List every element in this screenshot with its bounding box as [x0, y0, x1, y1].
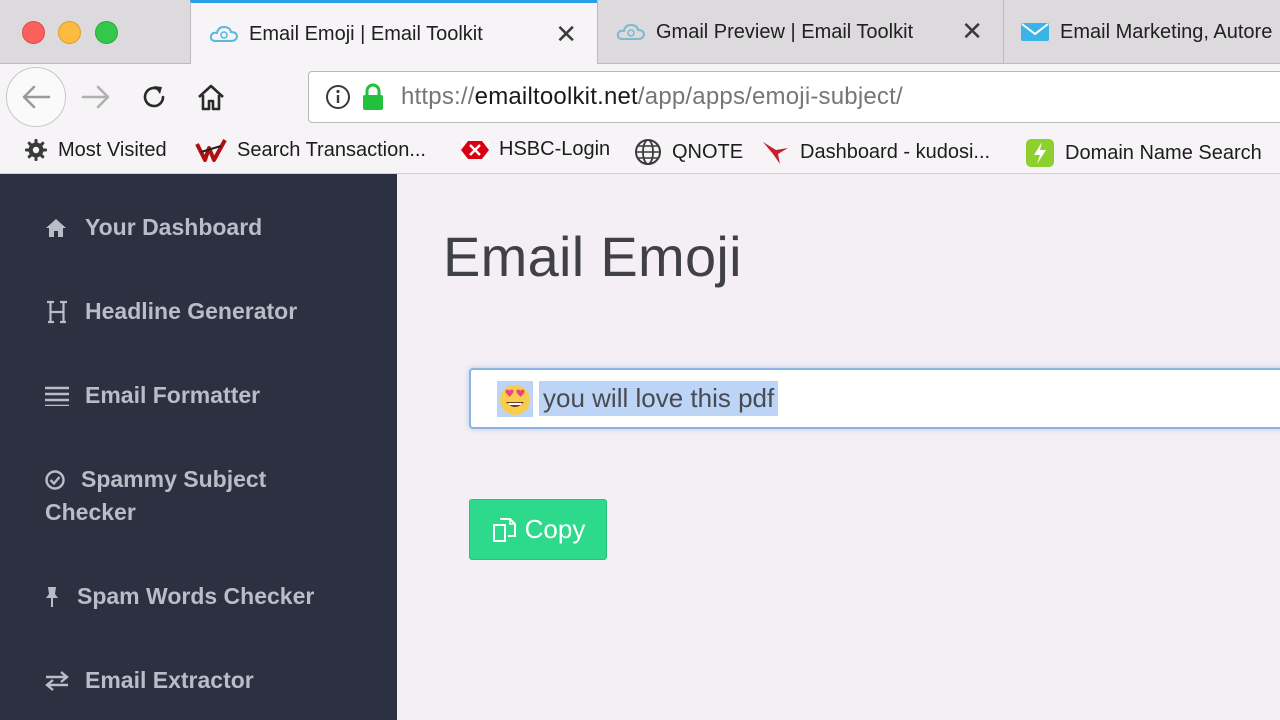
sidebar-item-email-extractor[interactable]: Email Extractor — [45, 664, 254, 697]
back-button[interactable] — [6, 67, 66, 127]
tab-close-icon[interactable]: ✕ — [961, 18, 983, 44]
navigation-bar: https://emailtoolkit.net/app/apps/emoji-… — [0, 64, 1280, 130]
page-title: Email Emoji — [443, 225, 742, 288]
bookmark-label: Most Visited — [58, 138, 167, 161]
tab-email-marketing[interactable]: Email Marketing, Autore — [1003, 0, 1280, 64]
sidebar-item-label: Spammy Subject Checker — [45, 466, 267, 525]
bookmark-most-visited[interactable]: Most Visited — [24, 138, 167, 162]
window-zoom-button[interactable] — [95, 21, 118, 44]
copy-button-label: Copy — [524, 514, 586, 544]
heading-icon — [45, 295, 71, 328]
bookmark-domain-name-search[interactable]: Domain Name Search — [1025, 138, 1262, 168]
tab-title: Email Emoji | Email Toolkit — [249, 22, 483, 45]
pin-icon — [45, 580, 63, 613]
info-icon[interactable] — [325, 84, 351, 110]
tab-title: Email Marketing, Autore — [1060, 20, 1273, 43]
tab-email-emoji[interactable]: Email Emoji | Email Toolkit ✕ — [190, 0, 597, 65]
cloud-icon — [209, 25, 239, 42]
bookmark-label: Domain Name Search — [1065, 141, 1262, 164]
sidebar-item-label: Headline Generator — [85, 298, 298, 324]
bookmark-qnote[interactable]: QNOTE — [634, 138, 743, 166]
check-circle-icon — [45, 463, 67, 496]
bookmark-hsbc-login[interactable]: HSBC-Login — [461, 138, 610, 161]
hsbc-icon — [461, 140, 489, 159]
subject-text[interactable]: you will love this pdf — [539, 381, 779, 416]
heart-eyes-emoji-icon — [497, 380, 533, 417]
arrow-left-icon — [22, 85, 51, 109]
gear-icon — [24, 138, 48, 162]
exchange-icon — [45, 664, 71, 697]
sidebar-item-dashboard[interactable]: Your Dashboard — [45, 211, 262, 244]
tab-strip: Email Emoji | Email Toolkit ✕ Gmail Prev… — [0, 0, 1280, 65]
bird-icon — [760, 138, 790, 166]
bookmark-label: Dashboard - kudosi... — [800, 140, 991, 163]
tab-title: Gmail Preview | Email Toolkit — [656, 20, 914, 43]
envelope-icon — [1021, 23, 1049, 41]
sidebar: Your Dashboard Headline Generator Email … — [0, 174, 397, 720]
window-minimize-button[interactable] — [58, 21, 81, 44]
lines-icon — [45, 379, 71, 412]
lock-icon — [363, 83, 383, 110]
sidebar-item-spam-words-checker[interactable]: Spam Words Checker — [45, 580, 314, 613]
copy-icon — [491, 517, 517, 543]
bookmark-search-transaction[interactable]: Search Transaction... — [195, 138, 426, 162]
url-scheme: https:// — [401, 83, 475, 110]
copy-button[interactable]: Copy — [469, 499, 607, 560]
globe-icon — [634, 138, 662, 166]
tab-gmail-preview[interactable]: Gmail Preview | Email Toolkit ✕ — [597, 0, 1003, 64]
sidebar-item-spammy-subject-checker[interactable]: Spammy Subject Checker — [45, 463, 345, 529]
brand-icon — [195, 138, 227, 162]
url-host: emailtoolkit.net — [474, 83, 638, 110]
bookmark-label: HSBC-Login — [499, 138, 611, 160]
reload-button[interactable] — [133, 76, 175, 118]
url-path: /app/apps/emoji-subject/ — [637, 83, 903, 110]
sidebar-item-label: Email Extractor — [85, 667, 254, 693]
bookmark-label: Search Transaction... — [237, 138, 426, 161]
bookmark-label: QNOTE — [672, 140, 744, 163]
forward-button[interactable] — [75, 76, 117, 118]
sidebar-item-label: Email Formatter — [85, 382, 261, 408]
subject-input[interactable]: you will love this pdf — [469, 368, 1280, 429]
sidebar-item-label: Your Dashboard — [85, 214, 263, 240]
home-button[interactable] — [190, 76, 232, 118]
sidebar-item-email-formatter[interactable]: Email Formatter — [45, 379, 260, 412]
bookmark-dashboard-kudosi[interactable]: Dashboard - kudosi... — [760, 138, 990, 166]
url-text[interactable]: https://emailtoolkit.net/app/apps/emoji-… — [401, 83, 903, 111]
main-content: Email Emoji you will love this pdf Copy — [397, 174, 1280, 720]
home-icon — [45, 211, 71, 244]
window-close-button[interactable] — [22, 21, 45, 44]
bookmarks-bar: Most Visited Search Transaction... HSBC-… — [0, 130, 1280, 174]
home-icon — [198, 84, 224, 111]
sidebar-item-headline-generator[interactable]: Headline Generator — [45, 295, 297, 328]
cloud-icon — [616, 23, 646, 40]
bolt-icon — [1025, 138, 1055, 168]
tab-close-icon[interactable]: ✕ — [555, 21, 577, 47]
reload-icon — [143, 86, 165, 108]
sidebar-item-label: Spam Words Checker — [77, 583, 315, 609]
arrow-right-icon — [81, 85, 110, 109]
address-bar[interactable]: https://emailtoolkit.net/app/apps/emoji-… — [308, 71, 1280, 123]
